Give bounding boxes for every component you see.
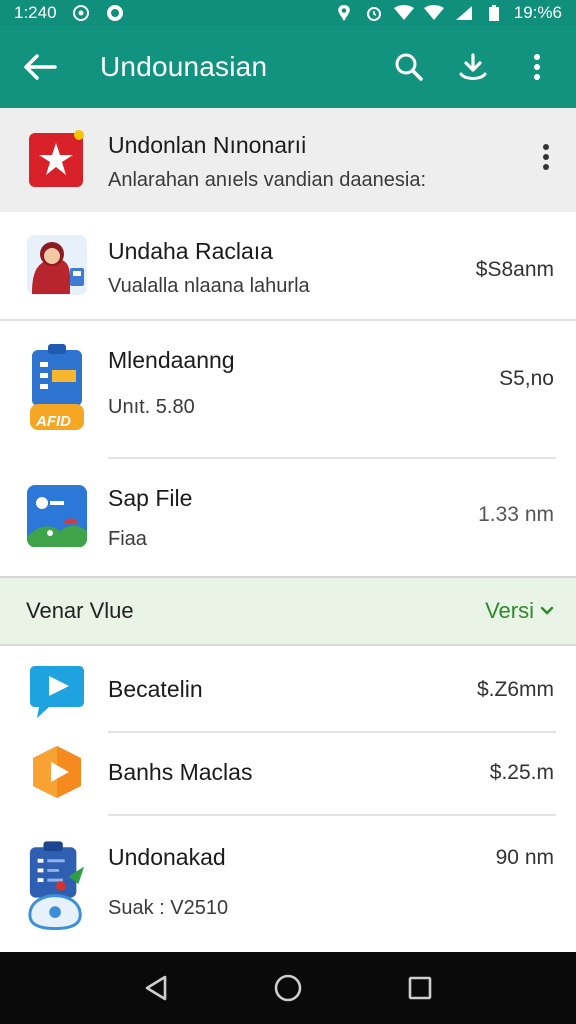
chevron-down-icon: [540, 606, 554, 615]
app-notification-icon: [105, 3, 125, 23]
section-label: Venar Vlue: [26, 598, 134, 623]
app-size: S5,no: [499, 367, 554, 390]
app-size: $.Z6mm: [476, 678, 554, 701]
page-title: Undounasian: [100, 51, 268, 82]
list-item[interactable]: Sap File Fiaa 1.33 nm: [0, 459, 576, 576]
featured-app-name: Undonlan Nınonarıi: [108, 132, 307, 158]
star-badge-icon: [29, 130, 84, 187]
nav-recents-button[interactable]: [396, 964, 444, 1012]
wifi-icon: [393, 3, 414, 23]
status-bar: 1:240 19:%6: [0, 0, 576, 26]
app-size: $S8anm: [475, 258, 554, 281]
app-name: Undonakad: [108, 844, 226, 870]
app-icon: [26, 660, 88, 722]
version-label: Versi: [485, 598, 534, 623]
app-size: $.25.m: [489, 761, 554, 784]
triangle-back-icon: [145, 975, 167, 1001]
featured-app-subtitle: Anlarahan anıels vandian daanesia:: [108, 169, 427, 191]
nav-home-button[interactable]: [264, 964, 312, 1012]
nav-back-button[interactable]: [132, 964, 180, 1012]
app-icon: [26, 836, 88, 932]
section-header: Venar Vlue Versi: [0, 576, 576, 646]
alarm-icon: [364, 3, 384, 23]
clipboard-location-icon: [28, 841, 85, 931]
app-subtitle: Unıt. 5.80: [108, 396, 195, 418]
notification-icon: [71, 3, 91, 23]
app-subtitle: Vualalla nlaana lahurla: [108, 275, 310, 297]
app-size: 1.33 nm: [478, 503, 554, 526]
app-subtitle: Fiaa: [108, 528, 147, 550]
more-vert-icon: [543, 144, 549, 170]
circle-home-icon: [274, 974, 302, 1002]
play-folder-icon: [33, 746, 81, 798]
arrow-back-icon: [24, 54, 57, 80]
battery-percent: 19:%6: [513, 3, 562, 22]
search-icon: [395, 53, 423, 81]
app-subtitle: Suak : V2510: [108, 897, 229, 919]
list-item[interactable]: Undonakad Suak : V2510 90 nm: [0, 816, 576, 952]
status-time: 1:240: [14, 3, 57, 22]
app-icon: [26, 741, 88, 803]
list-item[interactable]: Banhs Maclas $.25.m: [0, 733, 576, 815]
list-item[interactable]: AFID Mlendaanng Unıt. 5.80 S5,no: [0, 321, 576, 457]
girl-avatar-icon: [27, 235, 87, 295]
back-button[interactable]: [18, 45, 62, 89]
app-name: Undaha Raclaıa: [108, 238, 273, 264]
app-name: Sap File: [108, 485, 193, 511]
featured-more-button[interactable]: [538, 142, 554, 172]
video-chat-icon: [30, 666, 84, 718]
system-nav-bar: [0, 952, 576, 1024]
download-icon: [459, 53, 487, 80]
battery-icon: [484, 3, 504, 23]
app-icon: AFID: [26, 343, 88, 433]
app-name: Becatelin: [108, 676, 203, 702]
app-name: Banhs Maclas: [108, 759, 253, 785]
app-name: Mlendaanng: [108, 347, 235, 373]
app-icon: [26, 234, 88, 296]
download-button[interactable]: [452, 46, 494, 88]
featured-app-icon: [26, 128, 88, 190]
overflow-menu-button[interactable]: [516, 46, 558, 88]
location-icon: [334, 3, 354, 23]
app-bar: Undounasian: [0, 26, 576, 108]
featured-app-row[interactable]: Undonlan Nınonarıi Anlarahan anıels vand…: [0, 108, 576, 212]
app-icon: [26, 483, 88, 549]
more-vert-icon: [534, 54, 540, 80]
search-button[interactable]: [388, 46, 430, 88]
afid-badge-label: AFID: [36, 413, 71, 430]
wifi-icon-2: [423, 3, 444, 23]
square-recents-icon: [408, 976, 432, 1000]
list-item[interactable]: Undaha Raclaıa Vualalla nlaana lahurla $…: [0, 212, 576, 320]
signal-icon: [454, 3, 474, 23]
version-dropdown[interactable]: Versi: [485, 598, 554, 624]
photo-file-icon: [27, 485, 87, 547]
app-size: 90 nm: [495, 846, 554, 869]
list-item[interactable]: Becatelin $.Z6mm: [0, 648, 576, 732]
